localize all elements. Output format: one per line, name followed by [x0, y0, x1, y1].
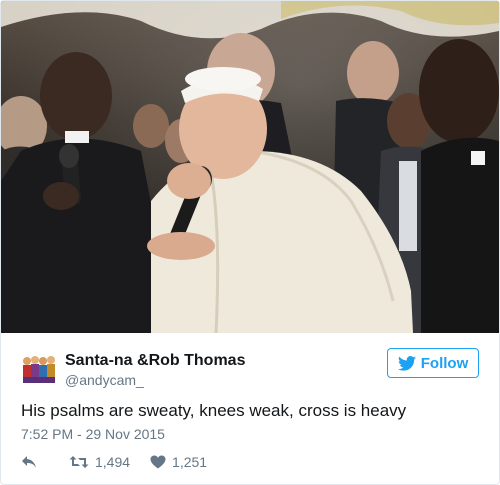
tweet-header: Santa-na &Rob Thomas @andycam_ Follow — [21, 348, 479, 392]
display-name[interactable]: Santa-na &Rob Thomas — [65, 351, 245, 371]
tweet-photo[interactable] — [1, 1, 499, 333]
retweet-button[interactable]: 1,494 — [69, 454, 130, 470]
retweet-icon — [69, 456, 89, 468]
user-handle[interactable]: @andycam_ — [65, 371, 245, 389]
like-count: 1,251 — [172, 454, 208, 470]
avatar[interactable] — [21, 352, 57, 388]
reply-button[interactable] — [21, 455, 37, 469]
reply-icon — [22, 456, 36, 468]
photo-illustration — [1, 1, 499, 333]
tweet-text: His psalms are sweaty, knees weak, cross… — [21, 401, 407, 420]
heart-icon — [150, 455, 166, 469]
follow-button[interactable]: Follow — [387, 348, 479, 378]
tweet-actions: 1,494 1,251 — [21, 451, 207, 473]
follow-button-label: Follow — [420, 354, 469, 372]
embedded-tweet-card: Santa-na &Rob Thomas @andycam_ Follow Hi… — [0, 0, 500, 485]
user-info[interactable]: Santa-na &Rob Thomas @andycam_ — [65, 351, 245, 389]
tweet-timestamp[interactable]: 7:52 PM - 29 Nov 2015 — [21, 425, 165, 443]
retweet-count: 1,494 — [95, 454, 131, 470]
twitter-bird-icon — [397, 355, 416, 371]
like-button[interactable]: 1,251 — [150, 454, 207, 470]
